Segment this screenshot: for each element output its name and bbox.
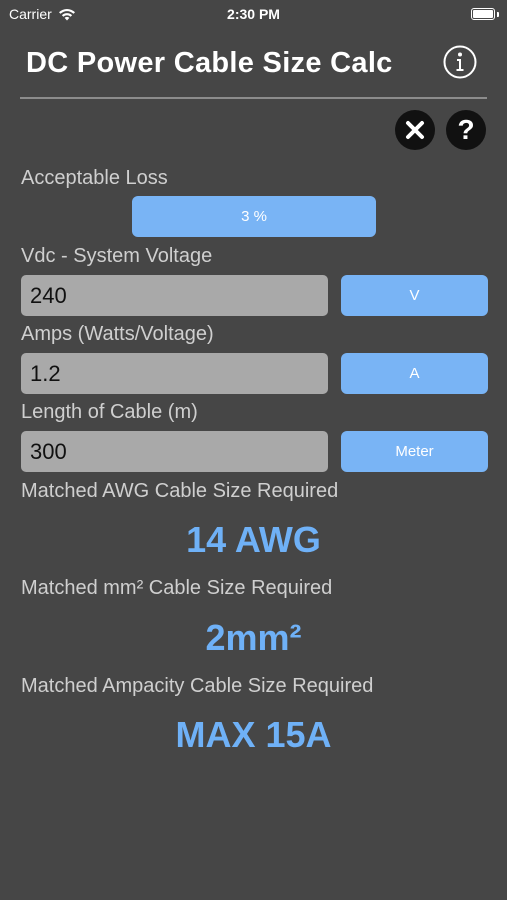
battery-tip (497, 12, 499, 17)
help-icon: ? (457, 114, 475, 145)
amps-input[interactable] (21, 353, 328, 394)
battery-icon (471, 8, 495, 20)
length-label: Length of Cable (m) (21, 401, 198, 423)
info-button[interactable] (442, 44, 478, 80)
status-bar: Carrier 2:30 PM (0, 0, 507, 30)
help-button[interactable]: ? (446, 110, 486, 150)
info-circle-icon (443, 45, 477, 79)
amps-unit-button[interactable]: A (341, 353, 488, 394)
ampacity-result-label: Matched Ampacity Cable Size Required (21, 675, 374, 697)
clear-button[interactable] (395, 110, 435, 150)
awg-result-label: Matched AWG Cable Size Required (21, 480, 339, 502)
voltage-input[interactable] (21, 275, 328, 316)
length-unit-button[interactable]: Meter (341, 431, 488, 472)
nav-header: DC Power Cable Size Calc (0, 34, 507, 94)
close-icon (406, 121, 424, 139)
amps-label: Amps (Watts/Voltage) (21, 323, 214, 345)
acceptable-loss-selector[interactable]: 3 % (132, 196, 376, 237)
status-time: 2:30 PM (227, 6, 280, 22)
header-divider (20, 97, 487, 99)
voltage-unit-button[interactable]: V (341, 275, 488, 316)
voltage-label: Vdc - System Voltage (21, 245, 213, 267)
awg-result-value: 14 AWG (186, 519, 321, 560)
ampacity-result-value: MAX 15A (175, 714, 332, 755)
mm2-result-label: Matched mm² Cable Size Required (21, 577, 333, 599)
page-title: DC Power Cable Size Calc (26, 47, 393, 79)
acceptable-loss-label: Acceptable Loss (21, 167, 168, 189)
mm2-result-value: 2mm² (205, 617, 302, 658)
length-input[interactable] (21, 431, 328, 472)
